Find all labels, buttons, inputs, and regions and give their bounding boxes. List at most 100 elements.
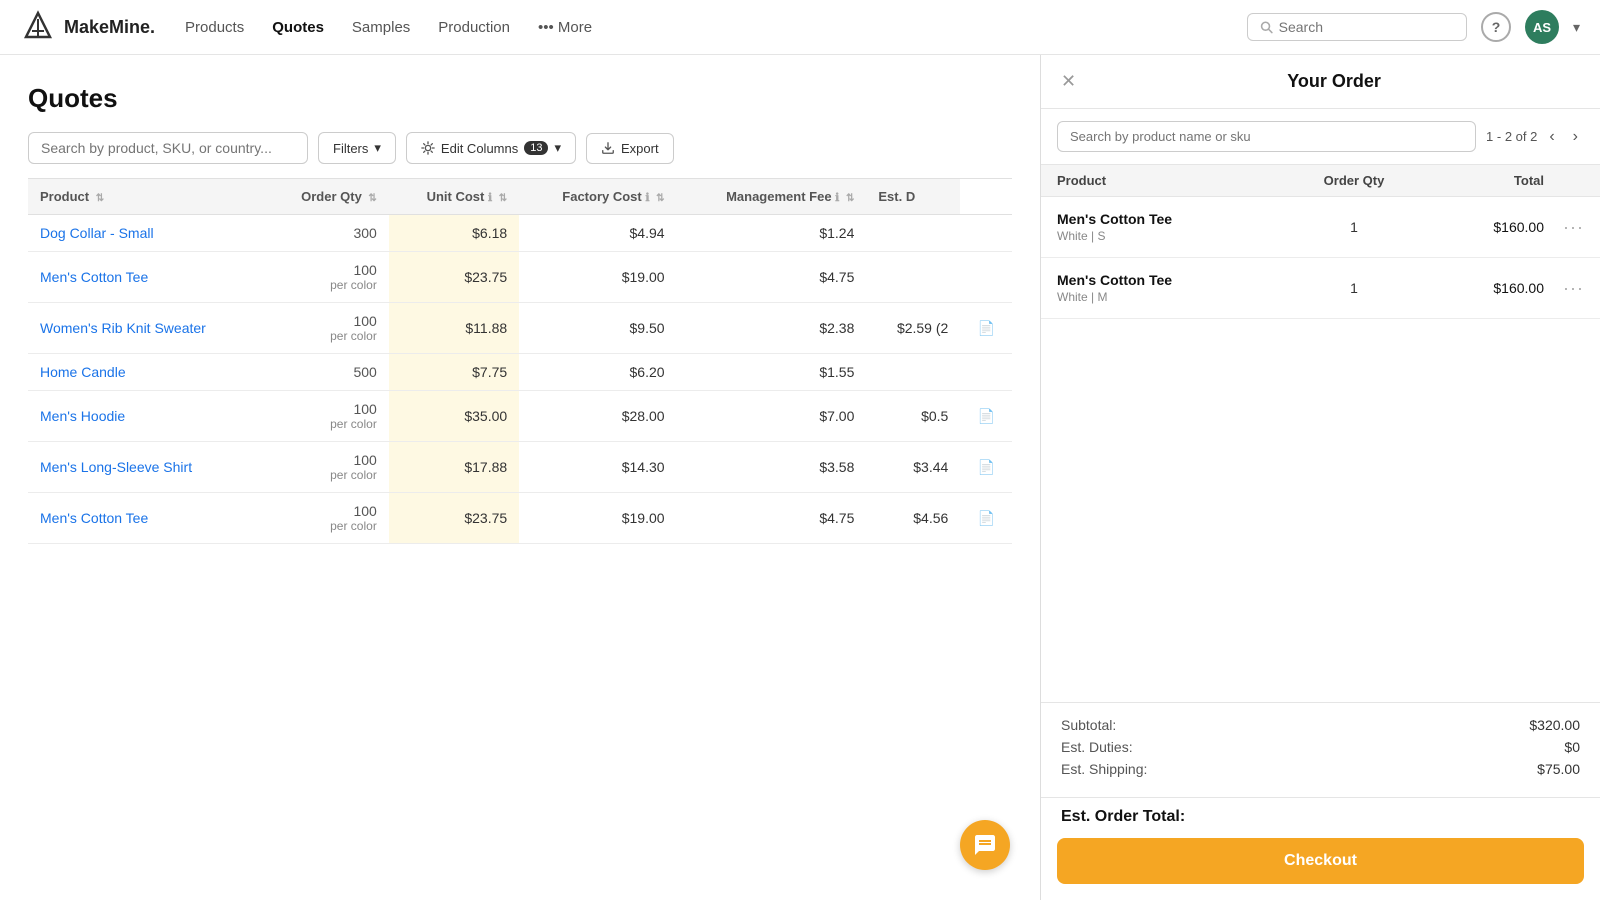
factory-cost: $6.20: [519, 354, 676, 391]
col-est-d[interactable]: Est. D: [866, 179, 960, 215]
doc-icon[interactable]: 📄: [960, 303, 1012, 354]
page-title: Quotes: [28, 83, 1012, 114]
order-item-variant: White | M: [1057, 290, 1294, 304]
col-unit-cost[interactable]: Unit Cost ℹ ⇅: [389, 179, 519, 215]
est-d: $0.5: [866, 391, 960, 442]
est-d: $4.56: [866, 493, 960, 544]
edit-columns-badge: 13: [524, 141, 548, 155]
subtotal-row: Subtotal: $320.00: [1061, 717, 1580, 733]
doc-icon-empty: [960, 215, 1012, 252]
order-item-name: Men's Cotton Tee: [1057, 211, 1294, 227]
order-item-qty: 1: [1294, 219, 1414, 235]
nav-production[interactable]: Production: [438, 19, 510, 36]
order-qty: 100per color: [265, 391, 389, 442]
nav-products[interactable]: Products: [185, 19, 244, 36]
close-order-button[interactable]: ✕: [1061, 71, 1076, 92]
order-item-name: Men's Cotton Tee: [1057, 272, 1294, 288]
nav-quotes[interactable]: Quotes: [272, 19, 324, 36]
duties-value: $0: [1564, 739, 1580, 755]
toolbar: Filters ▾ Edit Columns 13 ▾ Export: [28, 132, 1012, 164]
search-icon: [1260, 20, 1273, 34]
product-name[interactable]: Men's Cotton Tee: [28, 493, 265, 544]
nav-samples[interactable]: Samples: [352, 19, 410, 36]
order-item-qty: 1: [1294, 280, 1414, 296]
mgmt-fee: $3.58: [677, 442, 867, 493]
product-name[interactable]: Men's Cotton Tee: [28, 252, 265, 303]
edit-columns-button[interactable]: Edit Columns 13 ▾: [406, 132, 576, 164]
unit-cost: $6.18: [389, 215, 519, 252]
mgmt-fee: $2.38: [677, 303, 867, 354]
avatar-chevron[interactable]: ▾: [1573, 19, 1580, 36]
duties-row: Est. Duties: $0: [1061, 739, 1580, 755]
product-name[interactable]: Men's Hoodie: [28, 391, 265, 442]
table-row: Men's Long-Sleeve Shirt 100per color $17…: [28, 442, 1012, 493]
logo[interactable]: MakeMine.: [20, 9, 155, 45]
quotes-table-wrapper: Product ⇅ Order Qty ⇅ Unit Cost ℹ ⇅ Fact…: [28, 178, 1012, 900]
download-icon: [601, 141, 615, 155]
filters-button[interactable]: Filters ▾: [318, 132, 396, 164]
order-col-qty: Order Qty: [1294, 173, 1414, 188]
avatar[interactable]: AS: [1525, 10, 1559, 44]
order-col-product: Product: [1057, 173, 1294, 188]
export-button[interactable]: Export: [586, 133, 674, 164]
edit-columns-label: Edit Columns: [441, 141, 518, 156]
factory-cost: $28.00: [519, 391, 676, 442]
unit-cost: $35.00: [389, 391, 519, 442]
factory-cost: $9.50: [519, 303, 676, 354]
global-search-input[interactable]: [1279, 19, 1454, 35]
doc-icon-empty: [960, 252, 1012, 303]
est-d: $2.59 (2: [866, 303, 960, 354]
doc-icon[interactable]: 📄: [960, 493, 1012, 544]
mgmt-fee: $1.24: [677, 215, 867, 252]
logo-icon: [20, 9, 56, 45]
table-row: Home Candle 500 $7.75 $6.20 $1.55: [28, 354, 1012, 391]
order-item-product: Men's Cotton Tee White | M: [1057, 272, 1294, 304]
order-item-more[interactable]: ···: [1544, 278, 1584, 299]
col-product[interactable]: Product ⇅: [28, 179, 265, 215]
est-d: [866, 252, 960, 303]
logo-text: MakeMine.: [64, 17, 155, 38]
main-nav: Products Quotes Samples Production ••• M…: [185, 19, 1217, 36]
doc-icon[interactable]: 📄: [960, 442, 1012, 493]
gear-icon: [421, 141, 435, 155]
order-summary: Subtotal: $320.00 Est. Duties: $0 Est. S…: [1041, 702, 1600, 797]
table-row: Dog Collar - Small 300 $6.18 $4.94 $1.24: [28, 215, 1012, 252]
filters-label: Filters: [333, 141, 368, 156]
pagination: 1 - 2 of 2 ‹ ›: [1486, 126, 1584, 148]
est-d: [866, 354, 960, 391]
checkout-button[interactable]: Checkout: [1057, 838, 1584, 884]
quotes-search-input[interactable]: [28, 132, 308, 164]
product-name[interactable]: Home Candle: [28, 354, 265, 391]
mgmt-fee: $1.55: [677, 354, 867, 391]
subtotal-value: $320.00: [1529, 717, 1580, 733]
est-d: [866, 215, 960, 252]
subtotal-label: Subtotal:: [1061, 717, 1116, 733]
table-row: Men's Cotton Tee 100per color $23.75 $19…: [28, 252, 1012, 303]
mgmt-fee: $7.00: [677, 391, 867, 442]
unit-cost: $23.75: [389, 252, 519, 303]
pagination-next[interactable]: ›: [1567, 126, 1584, 148]
product-name[interactable]: Women's Rib Knit Sweater: [28, 303, 265, 354]
col-mgmt-fee[interactable]: Management Fee ℹ ⇅: [677, 179, 867, 215]
unit-cost: $7.75: [389, 354, 519, 391]
help-button[interactable]: ?: [1481, 12, 1511, 42]
unit-cost: $17.88: [389, 442, 519, 493]
doc-icon[interactable]: 📄: [960, 391, 1012, 442]
pagination-prev[interactable]: ‹: [1543, 126, 1560, 148]
global-search-box[interactable]: [1247, 13, 1467, 41]
order-qty: 100per color: [265, 303, 389, 354]
order-item-more[interactable]: ···: [1544, 217, 1584, 238]
order-qty: 100per color: [265, 493, 389, 544]
order-search-row: 1 - 2 of 2 ‹ ›: [1041, 109, 1600, 165]
order-search-input[interactable]: [1057, 121, 1476, 152]
factory-cost: $4.94: [519, 215, 676, 252]
order-items-list: Men's Cotton Tee White | S 1 $160.00 ···…: [1041, 197, 1600, 702]
col-factory-cost[interactable]: Factory Cost ℹ ⇅: [519, 179, 676, 215]
product-name[interactable]: Men's Long-Sleeve Shirt: [28, 442, 265, 493]
order-panel: ✕ Your Order 1 - 2 of 2 ‹ › Product Orde…: [1040, 55, 1600, 900]
nav-more[interactable]: ••• More: [538, 19, 592, 36]
col-order-qty[interactable]: Order Qty ⇅: [265, 179, 389, 215]
table-header-row: Product ⇅ Order Qty ⇅ Unit Cost ℹ ⇅ Fact…: [28, 179, 1012, 215]
chat-fab-button[interactable]: [960, 820, 1010, 870]
product-name[interactable]: Dog Collar - Small: [28, 215, 265, 252]
